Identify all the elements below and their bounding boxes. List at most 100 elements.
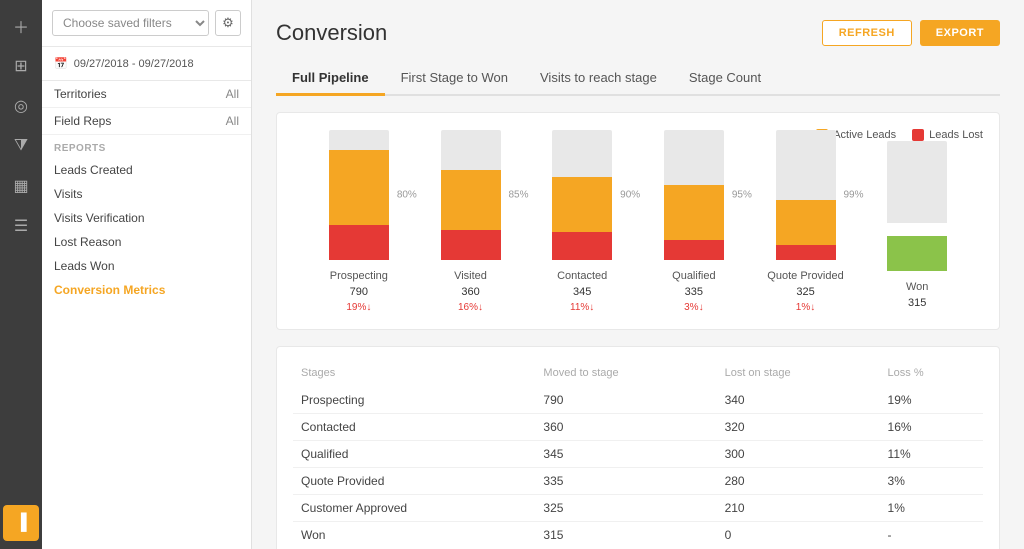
bar-group-qualified: 95% Qualified 335 3%↓ — [638, 130, 750, 313]
bar-pct-contacted: 90% — [620, 190, 640, 201]
col-header-lost: Lost on stage — [717, 363, 880, 387]
field-reps-row: Field Reps All — [42, 108, 251, 135]
bar-pct-down-prospecting: 19%↓ — [346, 302, 371, 313]
table-row: Quote Provided3352803% — [293, 468, 983, 495]
territories-row: Territories All — [42, 81, 251, 108]
bar-container-prospecting: 80% — [329, 130, 389, 260]
plus-icon[interactable]: ＋ — [3, 8, 39, 44]
doc-icon[interactable]: ☰ — [3, 208, 39, 244]
sidebar: Choose saved filters ⚙ 📅 09/27/2018 - 09… — [42, 0, 252, 549]
bar-label-visited: Visited — [454, 270, 487, 282]
bar-container-contacted: 90% — [552, 130, 612, 260]
filter-icon[interactable]: ⧩ — [3, 128, 39, 164]
bar-stack-visited — [441, 170, 501, 260]
bar-label-contacted: Contacted — [557, 270, 607, 282]
sidebar-item-visits-verification[interactable]: Visits Verification — [54, 206, 239, 230]
cell-lost: 280 — [717, 468, 880, 495]
cell-lost: 300 — [717, 441, 880, 468]
field-reps-value: All — [226, 114, 239, 128]
calendar-small-icon: 📅 — [54, 57, 68, 70]
leads-lost-label: Leads Lost — [929, 129, 983, 141]
cell-stage: Contacted — [293, 414, 535, 441]
saved-filters-select[interactable]: Choose saved filters — [52, 10, 209, 36]
tab-stage-count[interactable]: Stage Count — [673, 62, 777, 96]
bar-label-won: Won — [906, 281, 928, 293]
sidebar-item-visits[interactable]: Visits — [54, 182, 239, 206]
date-range-row: 📅 09/27/2018 - 09/27/2018 — [42, 47, 251, 81]
chart-card: Active Leads Leads Lost 80% Prospecting — [276, 112, 1000, 330]
export-button[interactable]: EXPORT — [920, 20, 1000, 46]
table-row: Customer Approved3252101% — [293, 495, 983, 522]
bar-pct-down-contacted: 11%↓ — [570, 302, 594, 313]
sidebar-item-conversion-metrics[interactable]: Conversion Metrics — [54, 278, 239, 302]
bar-pct-down-visited: 16%↓ — [458, 302, 483, 313]
tabs-bar: Full Pipeline First Stage to Won Visits … — [276, 62, 1000, 96]
cell-stage: Prospecting — [293, 387, 535, 414]
header-buttons: REFRESH EXPORT — [822, 20, 1000, 46]
cell-pct: 16% — [880, 414, 983, 441]
bar-count-visited: 360 — [461, 286, 479, 298]
bar-yellow-quote-provided — [776, 200, 836, 245]
field-reps-label: Field Reps — [54, 114, 111, 128]
cell-moved: 315 — [535, 522, 716, 549]
col-header-stages: Stages — [293, 363, 535, 387]
tab-first-stage-to-won[interactable]: First Stage to Won — [385, 62, 524, 96]
grid-icon[interactable]: ⊞ — [3, 48, 39, 84]
cell-pct: 3% — [880, 468, 983, 495]
table-row: Qualified34530011% — [293, 441, 983, 468]
bar-label-prospecting: Prospecting — [330, 270, 388, 282]
bar-yellow-prospecting — [329, 150, 389, 225]
col-header-pct: Loss % — [880, 363, 983, 387]
bar-group-won: Won 315 — [861, 141, 973, 313]
bar-count-quote-provided: 325 — [796, 286, 814, 298]
cell-moved: 360 — [535, 414, 716, 441]
cell-moved: 345 — [535, 441, 716, 468]
table-card: Stages Moved to stage Lost on stage Loss… — [276, 346, 1000, 549]
leads-lost-dot — [912, 129, 924, 141]
gear-icon[interactable]: ⚙ — [215, 10, 241, 36]
sidebar-item-leads-created[interactable]: Leads Created — [54, 158, 239, 182]
bar-green-won — [887, 236, 947, 271]
refresh-button[interactable]: REFRESH — [822, 20, 912, 46]
bar-pct-visited: 85% — [508, 190, 528, 201]
cell-stage: Quote Provided — [293, 468, 535, 495]
table-row: Contacted36032016% — [293, 414, 983, 441]
table-row: Prospecting79034019% — [293, 387, 983, 414]
tab-visits-to-reach-stage[interactable]: Visits to reach stage — [524, 62, 673, 96]
table-header-row: Stages Moved to stage Lost on stage Loss… — [293, 363, 983, 387]
bar-group-contacted: 90% Contacted 345 11%↓ — [526, 130, 638, 313]
cell-moved: 325 — [535, 495, 716, 522]
page-title: Conversion — [276, 20, 387, 46]
legend-leads-lost: Leads Lost — [912, 129, 983, 141]
cell-moved: 790 — [535, 387, 716, 414]
cell-pct: 1% — [880, 495, 983, 522]
bar-yellow-contacted — [552, 177, 612, 232]
cell-moved: 335 — [535, 468, 716, 495]
location-icon[interactable]: ◎ — [3, 88, 39, 124]
bar-container-quote-provided: 99% — [776, 130, 836, 260]
bar-count-won: 315 — [908, 297, 926, 309]
chart-icon[interactable]: ▐ — [3, 505, 39, 541]
bar-label-quote-provided: Quote Provided — [767, 270, 843, 282]
bar-red-qualified — [664, 240, 724, 260]
calendar-icon[interactable]: ▦ — [3, 168, 39, 204]
reports-section-label: REPORTS — [54, 143, 239, 154]
main-content: Conversion REFRESH EXPORT Full Pipeline … — [252, 0, 1024, 549]
sidebar-item-lost-reason[interactable]: Lost Reason — [54, 230, 239, 254]
conversion-table: Stages Moved to stage Lost on stage Loss… — [293, 363, 983, 548]
tab-full-pipeline[interactable]: Full Pipeline — [276, 62, 385, 96]
bar-bg-won — [887, 141, 947, 223]
col-header-moved: Moved to stage — [535, 363, 716, 387]
bar-container-won — [887, 141, 947, 271]
sidebar-item-leads-won[interactable]: Leads Won — [54, 254, 239, 278]
cell-stage: Qualified — [293, 441, 535, 468]
cell-lost: 320 — [717, 414, 880, 441]
bar-yellow-visited — [441, 170, 501, 230]
bar-container-qualified: 95% — [664, 130, 724, 260]
bar-pct-down-qualified: 3%↓ — [684, 302, 703, 313]
bar-stack-prospecting — [329, 150, 389, 260]
main-header: Conversion REFRESH EXPORT — [276, 20, 1000, 46]
territories-value: All — [226, 87, 239, 101]
reports-section: REPORTS Leads Created Visits Visits Veri… — [42, 135, 251, 306]
bar-red-contacted — [552, 232, 612, 260]
